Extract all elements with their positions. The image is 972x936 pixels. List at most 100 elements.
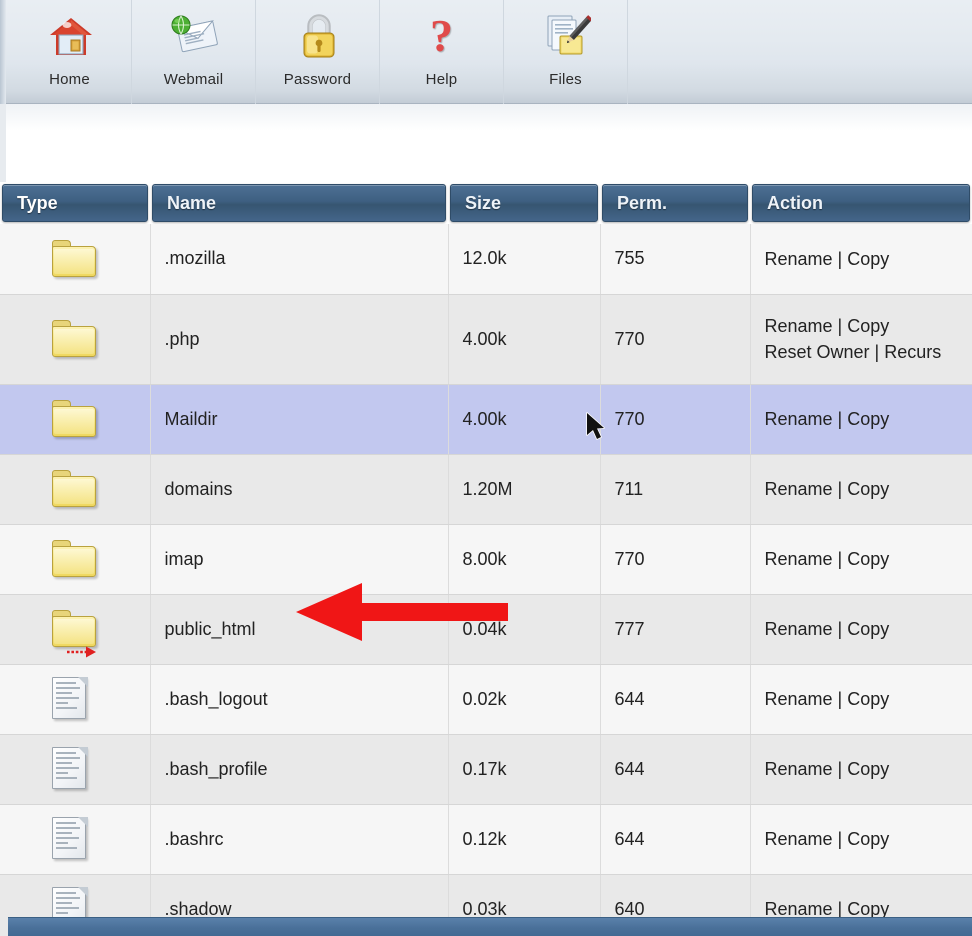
cell-actions[interactable]: Rename | Copy	[750, 734, 972, 805]
column-header-name[interactable]: Name	[150, 182, 448, 224]
house-icon	[39, 9, 101, 67]
cell-actions[interactable]: Rename | Copy	[750, 664, 972, 735]
cell-permissions[interactable]: 755	[600, 224, 751, 295]
cell-size: 0.17k	[448, 734, 601, 805]
table-row[interactable]: .bashrc 0.12k 644 Rename | Copy	[0, 804, 972, 875]
envelope-globe-icon	[163, 9, 225, 67]
toolbar-item-help[interactable]: ? Help	[380, 0, 504, 104]
folder-web-root-icon	[0, 610, 149, 658]
cell-name[interactable]: .bashrc	[150, 804, 449, 875]
cell-permissions[interactable]: 777	[600, 594, 751, 665]
table-row[interactable]: .bash_profile 0.17k 644 Rename | Copy	[0, 734, 972, 805]
cell-permissions[interactable]: 770	[600, 524, 751, 595]
action-line-1[interactable]: Rename | Copy	[765, 316, 890, 336]
table-row[interactable]: public_html 0.04k 777 Rename | Copy	[0, 594, 972, 665]
action-line-1[interactable]: Rename | Copy	[765, 549, 890, 569]
column-header-perm[interactable]: Perm.	[600, 182, 750, 224]
action-line-1[interactable]: Rename | Copy	[765, 619, 890, 639]
table-header: Type Name Size Perm. Action	[0, 182, 972, 224]
cell-name[interactable]: imap	[150, 524, 449, 595]
cell-size: 4.00k	[448, 294, 601, 385]
column-header-size[interactable]: Size	[448, 182, 600, 224]
cell-actions[interactable]: Rename | Copy	[750, 804, 972, 875]
cpanel-file-manager-page: Home Webmail Password ? Help Files Type …	[0, 0, 972, 936]
document-icon	[0, 677, 149, 721]
cell-actions[interactable]: Rename | Copy	[750, 594, 972, 665]
toolbar-item-home[interactable]: Home	[8, 0, 132, 104]
table-row[interactable]: imap 8.00k 770 Rename | Copy	[0, 524, 972, 595]
cell-actions[interactable]: Rename | Copy	[750, 384, 972, 455]
column-header-label: Action	[752, 184, 970, 222]
cell-permissions[interactable]: 770	[600, 294, 751, 385]
cell-actions[interactable]: Rename | Copy Reset Owner | Recurs	[750, 294, 972, 385]
table-row[interactable]: .php 4.00k 770 Rename | Copy Reset Owner | R…	[0, 294, 972, 385]
question-mark-icon: ?	[430, 10, 453, 61]
cell-permissions[interactable]: 711	[600, 454, 751, 525]
toolbar-item-password[interactable]: Password	[256, 0, 380, 104]
cell-name[interactable]: .bash_logout	[150, 664, 449, 735]
toolbar-item-label: Files	[549, 71, 582, 88]
action-line-2[interactable]: Reset Owner | Recurs	[765, 339, 972, 365]
cell-type	[0, 664, 151, 735]
table-row[interactable]: .mozilla 12.0k 755 Rename | Copy	[0, 224, 972, 295]
folder-icon	[0, 400, 149, 438]
column-header-type[interactable]: Type	[0, 182, 150, 224]
cell-name[interactable]: Maildir	[150, 384, 449, 455]
folder-icon	[0, 540, 149, 578]
bottom-status-bar	[8, 917, 972, 936]
cell-name[interactable]: domains	[150, 454, 449, 525]
table-row[interactable]: .bash_logout 0.02k 644 Rename | Copy	[0, 664, 972, 735]
folder-icon	[0, 239, 149, 278]
column-header-label: Type	[2, 184, 148, 222]
action-line-1[interactable]: Rename | Copy	[765, 829, 890, 849]
column-header-action[interactable]: Action	[750, 182, 972, 224]
cell-actions[interactable]: Rename | Copy	[750, 524, 972, 595]
action-line-1[interactable]: Rename | Copy	[765, 759, 890, 779]
cell-permissions[interactable]: 644	[600, 804, 751, 875]
table-body: .mozilla 12.0k 755 Rename | Copy .php 4.00k 77…	[0, 224, 972, 936]
action-line-1[interactable]: Rename | Copy	[765, 899, 890, 919]
cell-permissions[interactable]: 644	[600, 664, 751, 735]
cell-size: 1.20M	[448, 454, 601, 525]
toolbar-item-webmail[interactable]: Webmail	[132, 0, 256, 104]
cell-type	[0, 294, 151, 385]
column-header-label: Size	[450, 184, 598, 222]
file-listing-table: Type Name Size Perm. Action .mozilla 12.…	[0, 182, 972, 936]
cell-name[interactable]: .mozilla	[150, 224, 449, 295]
cell-type	[0, 224, 151, 295]
cell-size: 0.04k	[448, 594, 601, 665]
column-header-label: Name	[152, 184, 446, 222]
content-spacer	[0, 104, 972, 182]
folder-icon	[0, 320, 149, 358]
top-toolbar: Home Webmail Password ? Help Files	[0, 0, 972, 104]
cell-name[interactable]: public_html	[150, 594, 449, 665]
cell-size: 12.0k	[448, 224, 601, 295]
documents-pencil-icon	[535, 9, 597, 67]
table-row[interactable]: Maildir 4.00k 770 Rename | Copy	[0, 384, 972, 455]
cell-permissions[interactable]: 770	[600, 384, 751, 455]
action-line-1[interactable]: Rename | Copy	[765, 249, 890, 269]
action-line-1[interactable]: Rename | Copy	[765, 689, 890, 709]
table-row[interactable]: domains 1.20M 711 Rename | Copy	[0, 454, 972, 525]
cell-name[interactable]: .php	[150, 294, 449, 385]
cell-type	[0, 384, 151, 455]
column-header-label: Perm.	[602, 184, 748, 222]
cell-actions[interactable]: Rename | Copy	[750, 454, 972, 525]
cell-type	[0, 594, 151, 665]
cell-permissions[interactable]: 644	[600, 734, 751, 805]
cell-name[interactable]: .bash_profile	[150, 734, 449, 805]
toolbar-item-label: Home	[49, 71, 90, 88]
cell-size: 4.00k	[448, 384, 601, 455]
action-line-1[interactable]: Rename | Copy	[765, 479, 890, 499]
action-line-1[interactable]: Rename | Copy	[765, 409, 890, 429]
toolbar-item-files[interactable]: Files	[504, 0, 628, 104]
cell-size: 8.00k	[448, 524, 601, 595]
document-icon	[0, 747, 149, 791]
cell-type	[0, 804, 151, 875]
cell-type	[0, 524, 151, 595]
toolbar-item-label: Webmail	[163, 71, 224, 88]
toolbar-item-label: Password	[283, 71, 352, 88]
cell-size: 0.12k	[448, 804, 601, 875]
cell-actions[interactable]: Rename | Copy	[750, 224, 972, 295]
cell-type	[0, 454, 151, 525]
